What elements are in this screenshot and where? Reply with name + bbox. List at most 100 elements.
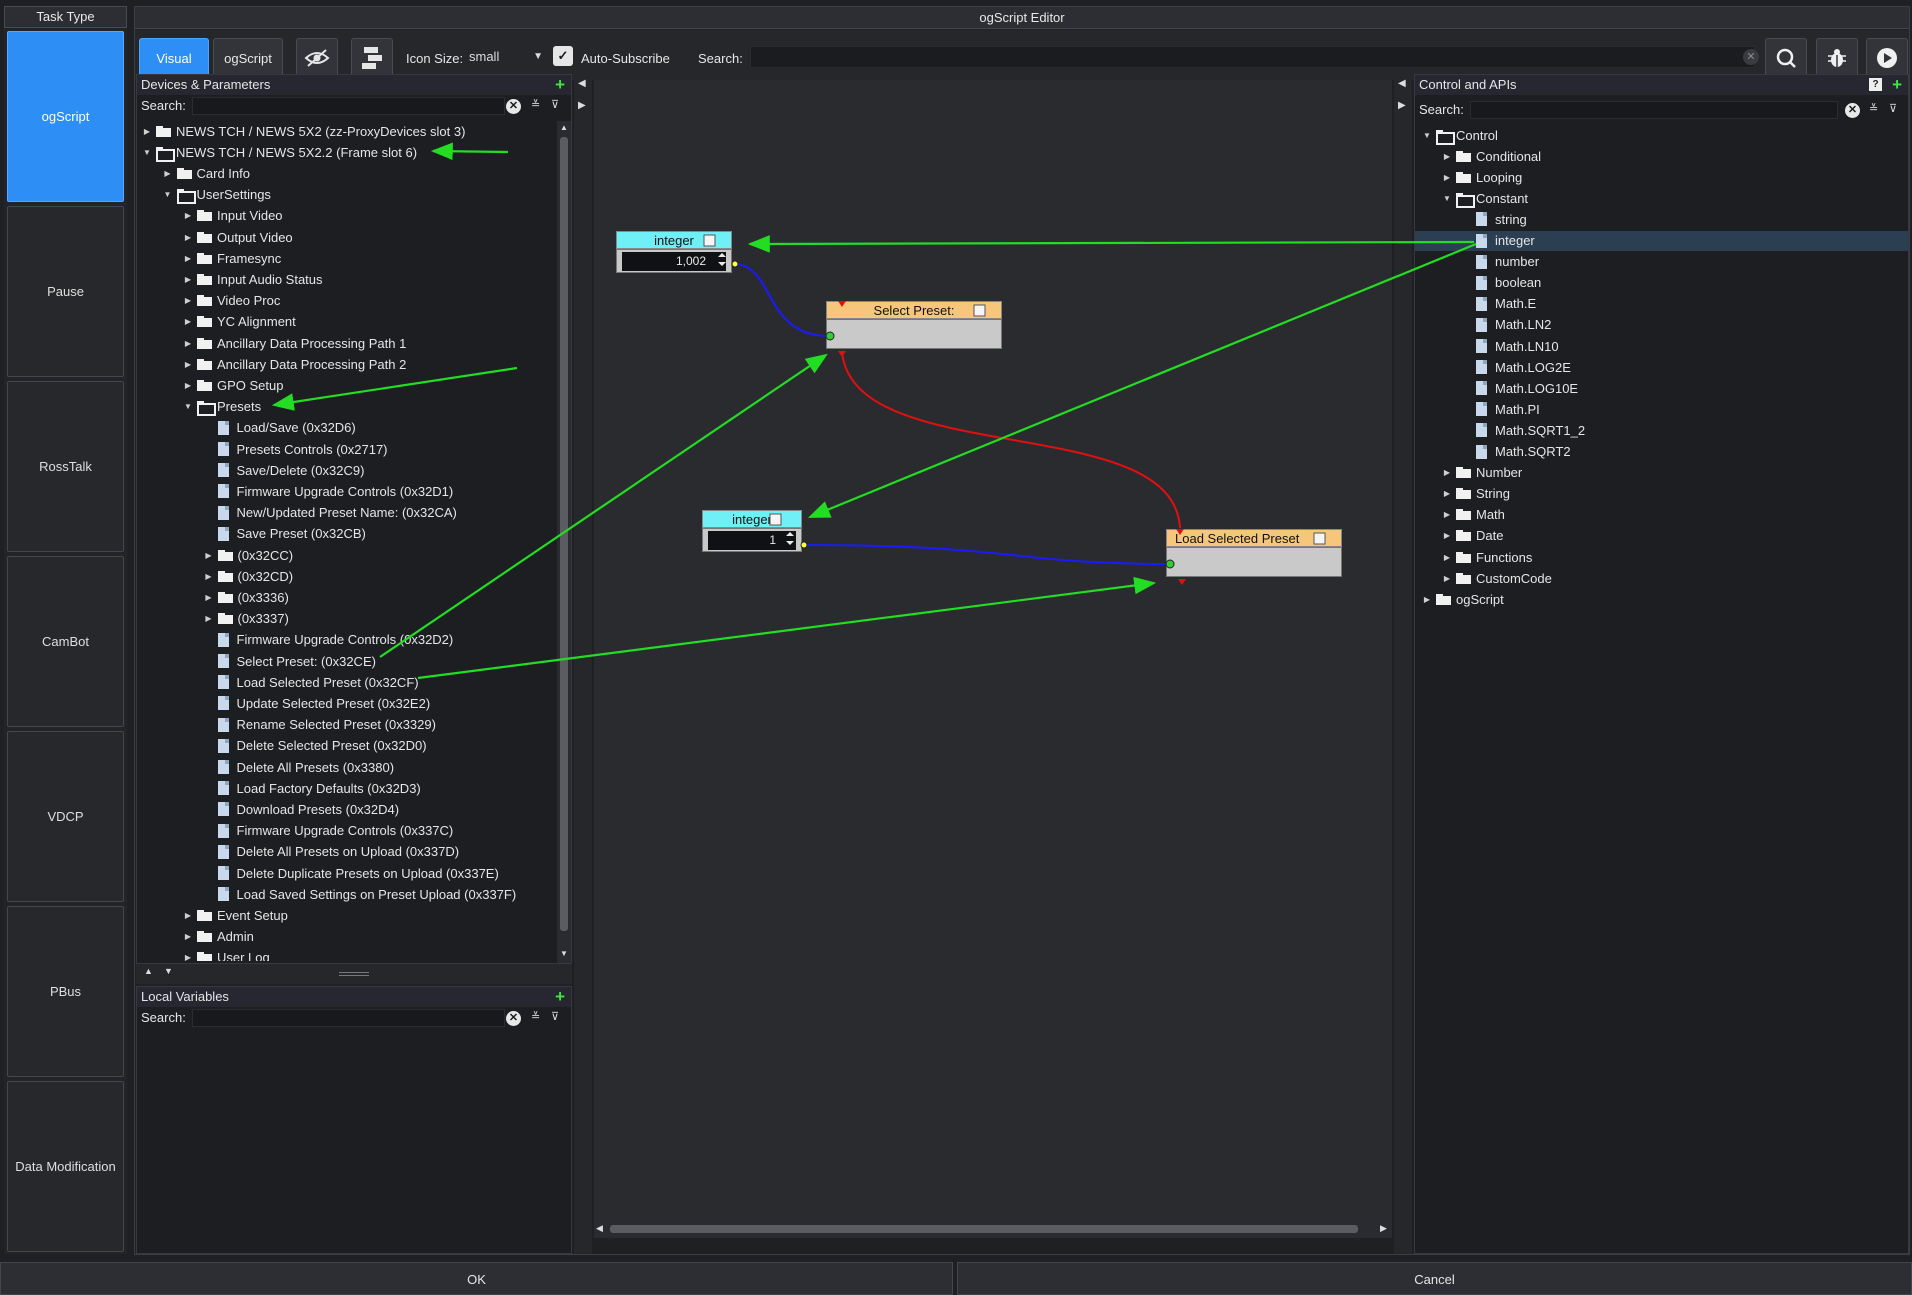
expand-arrow-icon[interactable]: ▶ (203, 572, 215, 581)
tree-folder[interactable]: ▶ Functions (1415, 547, 1908, 567)
flow-out-port[interactable] (838, 351, 846, 357)
tree-item[interactable]: Math.SQRT1_2 (1415, 420, 1908, 440)
local-variables-search-input[interactable] (192, 1009, 505, 1027)
flow-out-port[interactable] (1178, 579, 1186, 585)
search-input[interactable] (750, 46, 1755, 68)
visibility-toggle-button[interactable] (296, 38, 338, 78)
tree-folder[interactable]: ▼ Control (1415, 125, 1908, 145)
search-button[interactable] (1765, 38, 1807, 78)
add-icon[interactable]: + (555, 76, 565, 93)
expand-arrow-icon[interactable]: ▶ (1441, 510, 1453, 519)
tree-item[interactable]: Presets Controls (0x2717) (137, 439, 555, 459)
control-filter-icon[interactable]: ⊽ (1889, 102, 1897, 115)
edit-icon[interactable] (769, 513, 782, 526)
input-port[interactable] (1165, 559, 1175, 569)
tree-folder[interactable]: ▼ Constant (1415, 188, 1908, 208)
drag-handle[interactable] (339, 972, 369, 976)
tree-folder[interactable]: ▶ Input Audio Status (137, 269, 555, 289)
tree-item[interactable]: boolean (1415, 273, 1908, 293)
devices-scroll-thumb[interactable] (560, 137, 568, 931)
spinner-arrows-icon[interactable] (718, 253, 726, 266)
tree-item[interactable]: Load Factory Defaults (0x32D3) (137, 778, 555, 798)
collapse-arrow-icon[interactable]: ▼ (1441, 194, 1453, 203)
panel-splitter[interactable]: ▲ ▼ (136, 964, 572, 984)
tree-folder[interactable]: ▶ GPO Setup (137, 375, 555, 395)
tree-folder[interactable]: ▶ Input Video (137, 206, 555, 226)
tree-folder[interactable]: ▶ Video Proc (137, 291, 555, 311)
auto-subscribe-checkbox[interactable]: ✓ (553, 46, 573, 66)
tree-item[interactable]: Math.LN2 (1415, 315, 1908, 335)
tree-folder[interactable]: ▶ CustomCode (1415, 568, 1908, 588)
expand-arrow-icon[interactable]: ▶ (1441, 531, 1453, 540)
tree-folder[interactable]: ▶ Event Setup (137, 905, 555, 925)
tree-folder[interactable]: ▶ Math (1415, 505, 1908, 525)
expand-arrow-icon[interactable]: ▶ (1441, 574, 1453, 583)
canvas-h-scrollbar[interactable]: ◀ ▶ (594, 1222, 1392, 1236)
devices-search-clear-icon[interactable]: ✕ (506, 99, 521, 114)
filter-icon[interactable]: ⊽ (551, 98, 559, 111)
tree-item[interactable]: Rename Selected Preset (0x3329) (137, 715, 555, 735)
expand-arrow-icon[interactable]: ▶ (182, 275, 194, 284)
expand-arrow-icon[interactable]: ▶ (182, 932, 194, 941)
expand-arrow-icon[interactable]: ▶ (162, 169, 174, 178)
tree-item[interactable]: New/Updated Preset Name: (0x32CA) (137, 503, 555, 523)
help-icon[interactable]: ? (1869, 78, 1882, 91)
tree-folder[interactable]: ▶ Card Info (137, 163, 555, 183)
tree-folder[interactable]: ▶ (0x3336) (137, 587, 555, 607)
expand-right-icon[interactable]: ▶ (578, 100, 586, 111)
expand-arrow-icon[interactable]: ▶ (203, 614, 215, 623)
tree-item[interactable]: Load Saved Settings on Preset Upload (0x… (137, 884, 555, 904)
debug-button[interactable] (1816, 38, 1858, 78)
add-api-icon[interactable]: + (1892, 76, 1902, 93)
tree-folder[interactable]: ▶ Framesync (137, 248, 555, 268)
tree-folder[interactable]: ▶ (0x3337) (137, 609, 555, 629)
tree-item[interactable]: integer (1415, 230, 1908, 251)
run-button[interactable] (1866, 38, 1908, 78)
tree-item[interactable]: Math.LN10 (1415, 336, 1908, 356)
collapse-left-icon[interactable]: ◀ (578, 78, 586, 89)
expand-arrow-icon[interactable]: ▶ (1441, 468, 1453, 477)
tree-folder[interactable]: ▶ ogScript (1415, 589, 1908, 609)
tree-item[interactable]: number (1415, 252, 1908, 272)
edit-icon[interactable] (1313, 532, 1326, 545)
tree-item[interactable]: Delete All Presets on Upload (0x337D) (137, 842, 555, 862)
expand-arrow-icon[interactable]: ▶ (182, 360, 194, 369)
devices-search-input[interactable] (192, 97, 505, 115)
tree-folder[interactable]: ▶ Number (1415, 463, 1908, 483)
expand-arrow-icon[interactable]: ▶ (182, 339, 194, 348)
scroll-left-icon[interactable]: ◀ (596, 1223, 603, 1234)
tree-item[interactable]: Math.LOG2E (1415, 357, 1908, 377)
local-search-clear-icon[interactable]: ✕ (506, 1011, 521, 1026)
flow-in-port[interactable] (838, 301, 846, 307)
tree-folder[interactable]: ▼ UserSettings (137, 185, 555, 205)
expand-arrow-icon[interactable]: ▶ (1421, 595, 1433, 604)
tree-item[interactable]: Firmware Upgrade Controls (0x32D1) (137, 481, 555, 501)
tree-item[interactable]: Math.E (1415, 294, 1908, 314)
expand-arrow-icon[interactable]: ▶ (182, 296, 194, 305)
input-port[interactable] (825, 331, 835, 341)
task-rosstalk-button[interactable]: RossTalk (7, 381, 124, 552)
icon-size-dropdown[interactable]: small ▼ (469, 45, 543, 67)
scroll-down-icon[interactable]: ▼ (560, 949, 568, 958)
collapse-arrow-icon[interactable]: ▼ (1421, 131, 1433, 140)
control-search-clear-icon[interactable]: ✕ (1845, 103, 1860, 118)
expand-arrow-icon[interactable]: ▶ (182, 911, 194, 920)
expand-arrow-icon[interactable]: ▶ (1441, 553, 1453, 562)
tree-item[interactable]: Save/Delete (0x32C9) (137, 460, 555, 480)
task-ogscript-button[interactable]: ogScript (7, 31, 124, 202)
tree-item[interactable]: Math.PI (1415, 399, 1908, 419)
tree-item[interactable]: Firmware Upgrade Controls (0x337C) (137, 821, 555, 841)
tree-folder[interactable]: ▶ User Log (137, 948, 555, 961)
control-sort-icon[interactable]: ≚ (1869, 102, 1878, 115)
expand-arrow-icon[interactable]: ▶ (1441, 489, 1453, 498)
spinner-arrows-icon[interactable] (786, 532, 794, 545)
tree-item[interactable]: Delete Selected Preset (0x32D0) (137, 736, 555, 756)
tree-folder[interactable]: ▶ Admin (137, 927, 555, 947)
cancel-button[interactable]: Cancel (957, 1262, 1912, 1295)
tree-folder[interactable]: ▶ Ancillary Data Processing Path 2 (137, 354, 555, 374)
collapse-left-icon-2[interactable]: ◀ (1398, 78, 1406, 89)
tree-folder[interactable]: ▶ (0x32CC) (137, 545, 555, 565)
tree-folder[interactable]: ▶ String (1415, 484, 1908, 504)
tree-folder[interactable]: ▶ Ancillary Data Processing Path 1 (137, 333, 555, 353)
tree-folder[interactable]: ▶ (0x32CD) (137, 566, 555, 586)
